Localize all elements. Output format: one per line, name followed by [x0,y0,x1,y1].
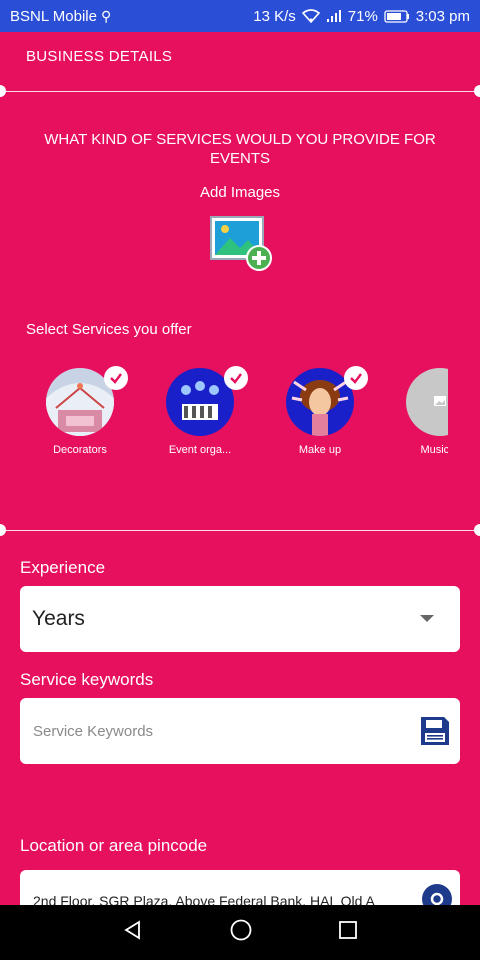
service-item-event-organiser[interactable]: Event orga... [140,366,260,466]
battery-level: 71% [347,7,378,25]
home-icon[interactable] [229,918,253,947]
service-name: Music & [420,444,448,456]
services-question: WHAT KIND OF SERVICES WOULD YOU PROVIDE … [44,131,436,167]
selected-check-icon [224,366,248,390]
service-item-make-up[interactable]: Make up [260,366,380,466]
divider-dot [0,85,6,97]
divider-dot [474,85,480,97]
music-image-placeholder [406,368,448,436]
experience-value: Years [32,607,85,630]
back-icon[interactable] [122,919,144,946]
service-keywords-label: Service keywords [20,670,154,689]
divider-bottom [0,524,480,536]
add-images-label: Add Images [199,184,281,201]
experience-dropdown[interactable]: Years [20,586,460,652]
save-icon[interactable] [418,714,452,748]
recents-icon[interactable] [338,920,358,945]
divider-top [0,85,480,97]
wifi-icon [301,9,320,23]
page-title: BUSINESS DETAILS [26,48,173,65]
status-bar: BSNL Mobile ⚲ 13 K/s 71% 3:03 pm [0,0,480,32]
service-keywords-input[interactable]: Service Keywords [20,698,460,764]
service-name: Event orga... [168,444,232,456]
services-label: Select Services you offer [26,321,192,338]
network-speed: 13 K/s [253,7,296,25]
divider-dot [474,524,480,536]
add-image-icon [210,216,272,271]
location-label: Location or area pincode [20,836,208,855]
clock: 3:03 pm [415,7,470,25]
divider-dot [0,524,6,536]
carrier-name: BSNL Mobile [10,7,97,25]
dropdown-arrow-icon [420,615,434,622]
services-list: Decorators Event orga... Make up Music [0,366,448,466]
experience-label: Experience [20,558,106,577]
navigation-bar [0,905,480,960]
service-item-music[interactable]: Music & [380,366,448,466]
service-keywords-placeholder: Service Keywords [33,722,154,740]
selected-check-icon [104,366,128,390]
service-name: Make up [298,444,342,456]
service-name: Decorators [53,444,107,456]
battery-icon [384,9,410,23]
add-image-button[interactable] [210,216,272,272]
signal-icon [326,9,342,23]
selected-check-icon [344,366,368,390]
service-item-decorators[interactable]: Decorators [20,366,140,466]
usb-icon: ⚲ [100,7,112,24]
